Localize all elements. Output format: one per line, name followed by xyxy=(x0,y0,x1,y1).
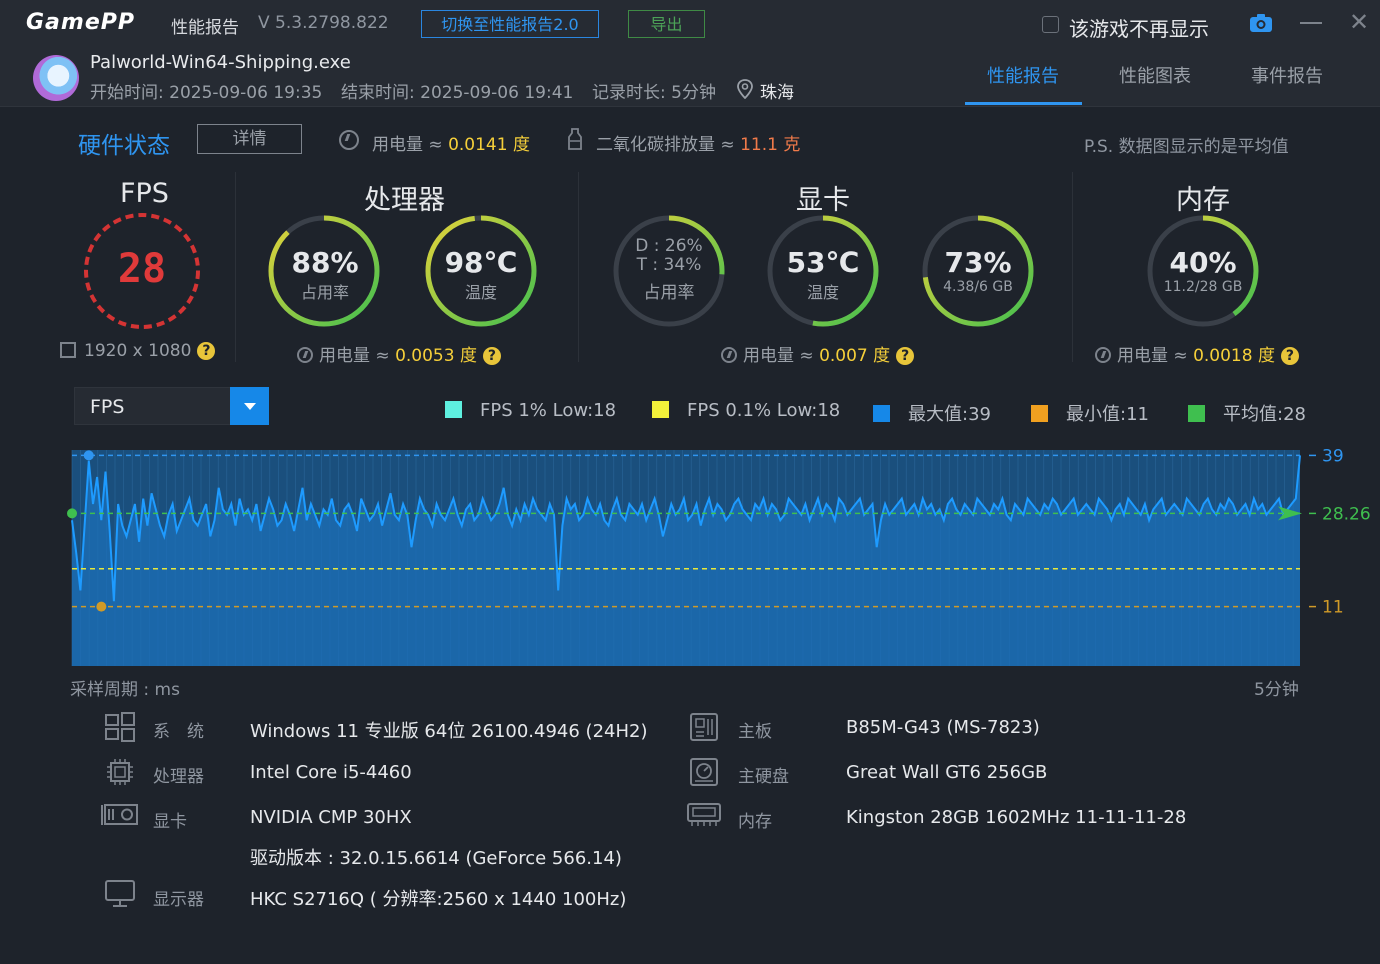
memory-power: 用电量 ≈ 0.0018 度? xyxy=(1095,341,1299,366)
chart-duration-label: 5分钟 xyxy=(1254,680,1299,700)
gpu-value: NVIDIA CMP 30HX xyxy=(250,807,412,828)
cpu-power: 用电量 ≈ 0.0053 度? xyxy=(297,341,501,366)
legend-avg: 平均值:28 xyxy=(1188,400,1306,426)
gpu-usage-d: D : 26% xyxy=(635,236,703,256)
gpu-temp-value: 53℃ xyxy=(786,246,860,279)
gpu-usage-label: 占用率 xyxy=(643,283,695,303)
help-icon[interactable]: ? xyxy=(896,347,915,365)
gpu-usage-t: T : 34% xyxy=(636,255,702,275)
cpu-usage-readout: 88% 占用率 xyxy=(270,246,380,303)
disk-key: 主硬盘 xyxy=(738,767,789,787)
help-icon[interactable]: ? xyxy=(197,342,216,360)
chevron-down-icon[interactable] xyxy=(230,387,269,425)
disk-icon xyxy=(690,758,718,786)
fps-value: 28 xyxy=(117,246,167,292)
legend-label: 平均值:28 xyxy=(1223,404,1306,425)
sample-period-label: 采样周期 : ms xyxy=(70,680,180,700)
legend-fps-01pct-low: FPS 0.1% Low:18 xyxy=(652,400,840,421)
legend-label: 最大值:39 xyxy=(908,404,991,425)
avg-start-point xyxy=(67,508,77,519)
legend-min: 最小值:11 xyxy=(1031,400,1149,426)
legend-fps-1pct-low: FPS 1% Low:18 xyxy=(445,400,616,421)
chart-right-label: 39 xyxy=(1322,446,1344,466)
gpu-driver: 驱动版本 : 32.0.15.6614 (GeForce 566.14) xyxy=(250,848,622,869)
power-icon xyxy=(1095,347,1111,363)
help-icon[interactable]: ? xyxy=(1280,347,1299,365)
max-point xyxy=(83,450,94,461)
gpu-memory-readout: 73% 4.38/6 GB xyxy=(922,246,1034,295)
cpu-usage-label: 占用率 xyxy=(300,283,349,302)
cpu-power-label: 用电量 ≈ xyxy=(319,346,396,366)
cpu-temp-value: 98℃ xyxy=(444,246,518,279)
memory-readout: 40% 11.2/28 GB xyxy=(1148,246,1258,295)
cpu-usage-value: 88% xyxy=(291,246,359,279)
legend-swatch xyxy=(1031,405,1048,422)
monitor-key: 显示器 xyxy=(153,890,204,910)
chart-right-label: 11 xyxy=(1322,598,1344,618)
monitor-value: HKC S2716Q ( 分辨率:2560 x 1440 100Hz) xyxy=(250,889,627,910)
motherboard-key: 主板 xyxy=(738,722,772,742)
legend-swatch xyxy=(873,405,890,422)
memory-power-value: 0.0018 度 xyxy=(1193,346,1275,366)
gpu-power-value: 0.007 度 xyxy=(819,346,891,366)
cpu-temp-readout: 98℃ 温度 xyxy=(426,246,536,303)
legend-label: FPS 1% Low:18 xyxy=(480,400,617,421)
resolution-value: 1920 x 1080 xyxy=(84,341,192,361)
legend-swatch xyxy=(1188,405,1205,422)
ram-icon xyxy=(687,803,721,826)
legend-swatch xyxy=(445,401,462,418)
gpu-memory-sub: 4.38/6 GB xyxy=(943,279,1013,295)
gpu-temp-label: 温度 xyxy=(806,283,839,302)
fps-chart: 39 28.26 11 xyxy=(67,446,1371,666)
legend-label: FPS 0.1% Low:18 xyxy=(687,400,841,421)
cpu-value: Intel Core i5-4460 xyxy=(250,762,412,783)
power-icon xyxy=(297,347,313,363)
gpu-power: 用电量 ≈ 0.007 度? xyxy=(721,341,915,366)
ram-key: 内存 xyxy=(738,812,772,832)
os-value: Windows 11 专业版 64位 26100.4946 (24H2) xyxy=(250,721,648,742)
gpu-icon xyxy=(101,804,138,825)
motherboard-value: B85M-G43 (MS-7823) xyxy=(846,717,1040,738)
gpu-key: 显卡 xyxy=(153,812,187,832)
chart-right-label: 28.26 xyxy=(1322,504,1371,524)
legend-label: 最小值:11 xyxy=(1066,404,1149,425)
memory-sub: 11.2/28 GB xyxy=(1163,279,1243,295)
power-icon xyxy=(721,347,737,363)
cpu-temp-label: 温度 xyxy=(464,283,497,302)
gpu-memory-value: 73% xyxy=(944,246,1012,279)
min-point xyxy=(96,601,107,612)
gpu-power-label: 用电量 ≈ xyxy=(743,346,820,366)
gpu-usage-readout: D : 26% T : 34% 占用率 xyxy=(614,236,724,304)
cpu-key: 处理器 xyxy=(153,767,204,787)
metric-dropdown-value[interactable]: FPS xyxy=(90,396,124,418)
help-icon[interactable]: ? xyxy=(482,347,501,365)
windows-icon xyxy=(105,712,135,742)
os-key: 系 统 xyxy=(153,722,204,742)
resolution: 1920 x 1080? xyxy=(60,341,216,361)
legend-max: 最大值:39 xyxy=(873,400,991,426)
cpu-icon xyxy=(107,759,133,785)
disk-value: Great Wall GT6 256GB xyxy=(846,762,1048,783)
motherboard-icon xyxy=(690,713,718,741)
ram-value: Kingston 28GB 1602MHz 11-11-11-28 xyxy=(846,807,1187,828)
memory-value: 40% xyxy=(1169,246,1237,279)
memory-power-label: 用电量 ≈ xyxy=(1117,346,1194,366)
monitor-icon xyxy=(105,880,135,907)
legend-swatch xyxy=(652,401,669,418)
cpu-power-value: 0.0053 度 xyxy=(395,346,477,366)
gpu-temp-readout: 53℃ 温度 xyxy=(768,246,878,303)
monitor-small-icon xyxy=(60,342,76,358)
